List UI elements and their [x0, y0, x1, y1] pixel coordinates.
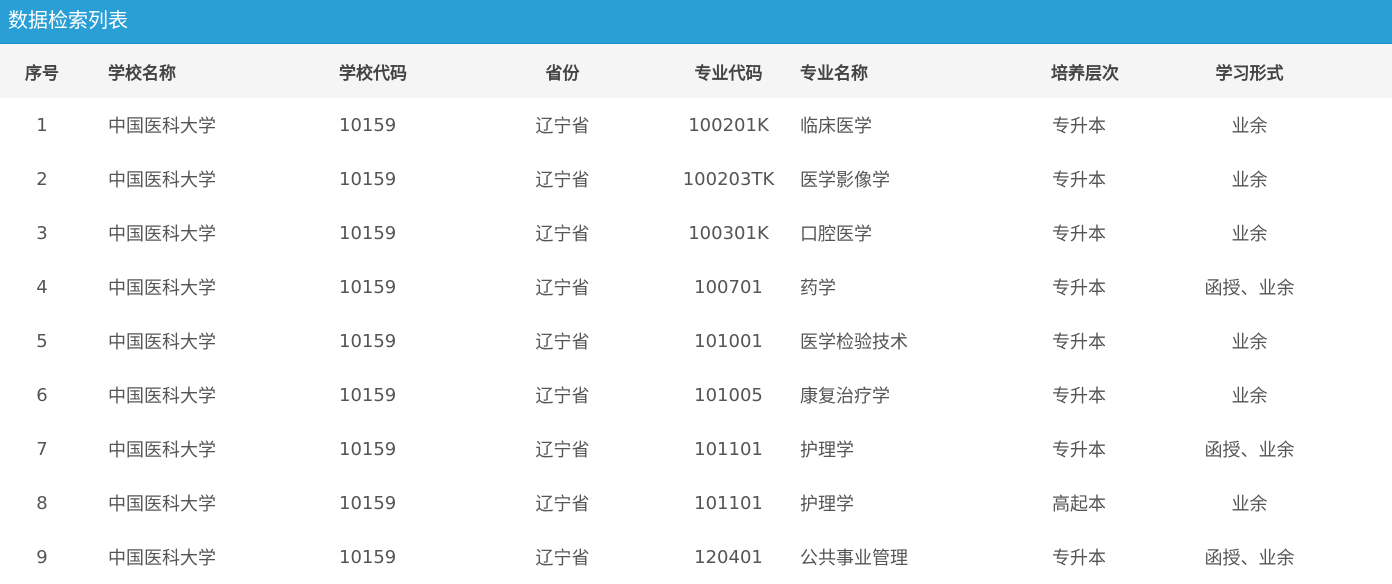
cell-school-code: 10159 [339, 438, 397, 460]
cell-school-code: 10159 [339, 114, 397, 136]
cell-major-name: 药学 [800, 278, 836, 299]
cell-index: 3 [36, 222, 48, 244]
column-header-level: 培养层次 [1051, 44, 1119, 98]
cell-major-code: 101001 [694, 330, 763, 352]
cell-school-code: 10159 [339, 384, 397, 406]
table-row: 2 中国医科大学 10159 辽宁省 100203TK 医学影像学 专升本 业余 [0, 152, 1392, 206]
cell-index: 8 [36, 492, 48, 514]
cell-school-code: 10159 [339, 330, 397, 352]
cell-province: 辽宁省 [535, 440, 590, 461]
column-header-school-name: 学校名称 [84, 44, 315, 98]
column-header-province: 省份 [444, 44, 681, 98]
column-header-study-mode: 学习形式 [1107, 44, 1392, 98]
cell-major-name: 公共事业管理 [800, 548, 908, 569]
cell-province: 辽宁省 [535, 332, 590, 353]
cell-major-name: 口腔医学 [800, 224, 872, 245]
cell-level: 专升本 [1052, 170, 1106, 191]
cell-major-name: 康复治疗学 [800, 386, 890, 407]
cell-study-mode: 业余 [1231, 386, 1268, 407]
cell-province: 辽宁省 [535, 278, 590, 299]
table-header-row: 序号 学校名称 学校代码 省份 专业代码 专业名称 培养层次 学习形式 [0, 44, 1392, 98]
page: 数据检索列表 序号 学校名称 学校代码 省份 专业代码 专业名称 培养层次 学习… [0, 0, 1392, 584]
cell-school-name: 中国医科大学 [108, 332, 216, 353]
cell-province: 辽宁省 [535, 494, 590, 515]
cell-school-name: 中国医科大学 [108, 494, 216, 515]
cell-province: 辽宁省 [535, 170, 590, 191]
cell-level: 专升本 [1052, 332, 1106, 353]
cell-major-code: 101101 [694, 438, 763, 460]
cell-study-mode: 业余 [1231, 224, 1268, 245]
cell-study-mode: 函授、业余 [1204, 278, 1295, 299]
cell-level: 专升本 [1052, 116, 1106, 137]
cell-school-name: 中国医科大学 [108, 170, 216, 191]
cell-study-mode: 业余 [1231, 116, 1268, 137]
cell-province: 辽宁省 [535, 116, 590, 137]
cell-major-name: 临床医学 [800, 116, 872, 137]
cell-study-mode: 业余 [1231, 494, 1268, 515]
cell-level: 高起本 [1052, 494, 1106, 515]
cell-index: 4 [36, 276, 48, 298]
cell-major-name: 护理学 [800, 440, 854, 461]
cell-index: 7 [36, 438, 48, 460]
cell-level: 专升本 [1052, 548, 1106, 569]
cell-major-code: 101101 [694, 492, 763, 514]
cell-school-code: 10159 [339, 546, 397, 568]
cell-level: 专升本 [1052, 278, 1106, 299]
cell-school-code: 10159 [339, 168, 397, 190]
column-header-major-name: 专业名称 [776, 44, 1051, 98]
table-row: 3 中国医科大学 10159 辽宁省 100301K 口腔医学 专升本 业余 [0, 206, 1392, 260]
table-row: 1 中国医科大学 10159 辽宁省 100201K 临床医学 专升本 业余 [0, 98, 1392, 152]
cell-province: 辽宁省 [535, 386, 590, 407]
cell-major-code: 100201K [688, 114, 769, 136]
cell-study-mode: 业余 [1231, 170, 1268, 191]
cell-school-name: 中国医科大学 [108, 278, 216, 299]
cell-study-mode: 函授、业余 [1204, 440, 1295, 461]
cell-school-code: 10159 [339, 276, 397, 298]
cell-major-name: 医学影像学 [800, 170, 890, 191]
panel-title: 数据检索列表 [0, 0, 1392, 44]
cell-major-code: 100203TK [682, 168, 775, 190]
table-row: 9 中国医科大学 10159 辽宁省 120401 公共事业管理 专升本 函授、业余 [0, 530, 1392, 584]
cell-school-name: 中国医科大学 [108, 440, 216, 461]
cell-study-mode: 业余 [1231, 332, 1268, 353]
table-row: 4 中国医科大学 10159 辽宁省 100701 药学 专升本 函授、业余 [0, 260, 1392, 314]
column-header-major-code: 专业代码 [681, 44, 776, 98]
cell-index: 9 [36, 546, 48, 568]
cell-major-code: 100701 [694, 276, 763, 298]
cell-level: 专升本 [1052, 224, 1106, 245]
cell-school-name: 中国医科大学 [108, 386, 216, 407]
cell-school-code: 10159 [339, 492, 397, 514]
cell-level: 专升本 [1052, 386, 1106, 407]
cell-major-name: 护理学 [800, 494, 854, 515]
search-results-table: 序号 学校名称 学校代码 省份 专业代码 专业名称 培养层次 学习形式 1 中国医… [0, 44, 1392, 584]
table-row: 6 中国医科大学 10159 辽宁省 101005 康复治疗学 专升本 业余 [0, 368, 1392, 422]
table-row: 8 中国医科大学 10159 辽宁省 101101 护理学 高起本 业余 [0, 476, 1392, 530]
table-row: 7 中国医科大学 10159 辽宁省 101101 护理学 专升本 函授、业余 [0, 422, 1392, 476]
column-header-index: 序号 [0, 44, 84, 98]
cell-index: 5 [36, 330, 48, 352]
cell-province: 辽宁省 [535, 548, 590, 569]
cell-school-code: 10159 [339, 222, 397, 244]
cell-index: 6 [36, 384, 48, 406]
table-body: 1 中国医科大学 10159 辽宁省 100201K 临床医学 专升本 业余 2 中国医科大学 10… [0, 98, 1392, 584]
column-header-school-code: 学校代码 [315, 44, 444, 98]
cell-province: 辽宁省 [535, 224, 590, 245]
cell-major-code: 120401 [694, 546, 763, 568]
cell-index: 1 [36, 114, 48, 136]
cell-major-code: 100301K [688, 222, 769, 244]
table-row: 5 中国医科大学 10159 辽宁省 101001 医学检验技术 专升本 业余 [0, 314, 1392, 368]
cell-school-name: 中国医科大学 [108, 224, 216, 245]
cell-school-name: 中国医科大学 [108, 116, 216, 137]
cell-major-name: 医学检验技术 [800, 332, 908, 353]
cell-major-code: 101005 [694, 384, 763, 406]
cell-level: 专升本 [1052, 440, 1106, 461]
cell-school-name: 中国医科大学 [108, 548, 216, 569]
cell-study-mode: 函授、业余 [1204, 548, 1295, 569]
cell-index: 2 [36, 168, 48, 190]
